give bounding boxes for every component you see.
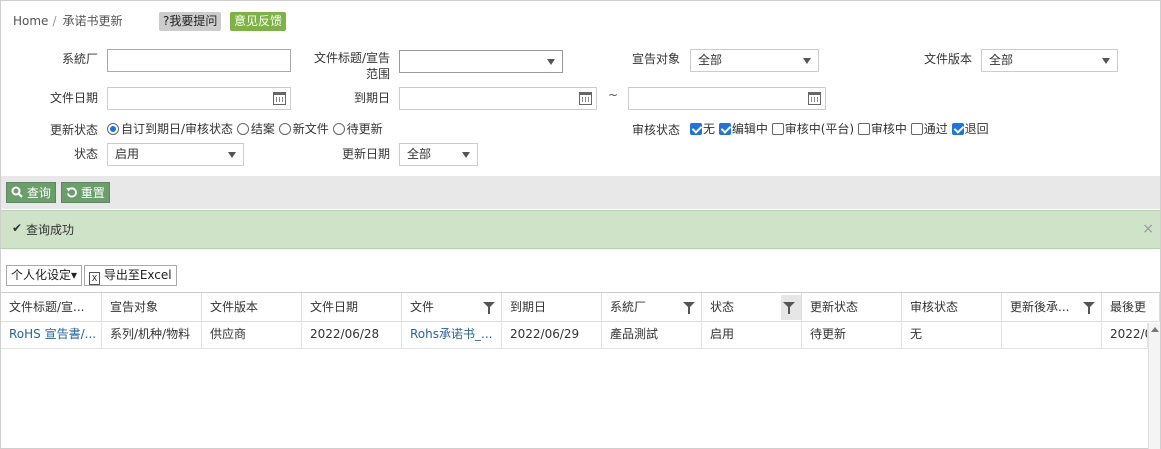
column-header-factory[interactable]: 系統厂 xyxy=(602,293,702,322)
radio-new-document[interactable]: 新文件 xyxy=(278,122,329,136)
review-checkbox-rejected[interactable]: 退回 xyxy=(951,122,989,136)
column-header-version[interactable]: 文件版本 xyxy=(202,293,302,322)
version-label: 文件版本 xyxy=(923,52,972,66)
target-label: 宣告对象 xyxy=(631,52,680,66)
breadcrumb-home[interactable]: Home xyxy=(13,14,48,28)
table-cell-factory: 產品測試 xyxy=(602,323,702,349)
filter-icon[interactable] xyxy=(783,302,795,314)
review-checkbox-reviewing-platform[interactable]: 审核中(平台) xyxy=(771,122,854,136)
expire-date-label: 到期日 xyxy=(353,91,390,105)
review-checkbox-editing[interactable]: 编辑中 xyxy=(718,122,768,136)
vertical-scrollbar[interactable] xyxy=(1148,323,1160,449)
status-label: 状态 xyxy=(73,147,98,161)
column-header-updated-commitment[interactable]: 更新後承... xyxy=(1002,293,1102,322)
chevron-down-icon xyxy=(547,59,555,65)
table-cell-doc-title[interactable]: RoHS 宣告書/... xyxy=(1,323,102,349)
date-range-separator: ~ xyxy=(608,88,619,102)
update-date-label: 更新日期 xyxy=(341,147,390,161)
status-select[interactable]: 启用 xyxy=(107,143,244,166)
data-grid: 文件标题/宣... 宣告对象 文件版本 文件日期 文件 到期日 系統厂 状态 更… xyxy=(1,292,1160,449)
column-header-target[interactable]: 宣告对象 xyxy=(102,293,202,322)
table-cell-last-update: 2022/0 xyxy=(1102,323,1148,349)
chevron-down-icon xyxy=(462,152,470,158)
column-header-expire[interactable]: 到期日 xyxy=(502,293,602,322)
radio-pending-update[interactable]: 待更新 xyxy=(332,122,383,136)
scroll-up-icon[interactable] xyxy=(1151,327,1159,332)
checkbox-icon xyxy=(718,123,731,135)
factory-label: 系統厂 xyxy=(61,52,98,66)
chevron-down-icon xyxy=(1102,58,1110,64)
query-button[interactable]: 查询 xyxy=(6,182,56,203)
column-header-status[interactable]: 状态 xyxy=(702,293,802,322)
expire-date-from-input[interactable] xyxy=(399,87,597,110)
export-excel-button[interactable]: X 导出至Excel xyxy=(84,265,177,286)
close-icon[interactable]: × xyxy=(1142,221,1154,237)
success-message-text: 查询成功 xyxy=(26,223,75,237)
table-cell-version: 供应商 xyxy=(202,323,302,349)
undo-icon xyxy=(66,187,77,198)
version-select[interactable]: 全部 xyxy=(981,49,1118,72)
excel-icon: X xyxy=(89,272,100,285)
table-cell-doc-date: 2022/06/28 xyxy=(302,323,402,349)
ask-question-button[interactable]: ?我要提问 xyxy=(159,12,222,31)
calendar-icon[interactable] xyxy=(808,92,821,105)
factory-input[interactable] xyxy=(107,49,291,72)
review-checkbox-approved[interactable]: 通过 xyxy=(910,122,948,136)
search-icon xyxy=(11,186,23,198)
table-cell-update-status: 待更新 xyxy=(802,323,902,349)
table-cell-target: 系列/机种/物料 xyxy=(102,323,202,349)
update-status-radio-group: 自订到期日/审核状态 结案 新文件 待更新 xyxy=(107,120,383,137)
filter-icon[interactable] xyxy=(1083,302,1095,314)
checkbox-icon xyxy=(910,123,923,135)
breadcrumb-current: 承诺书更新 xyxy=(62,14,123,28)
radio-icon xyxy=(332,123,345,135)
filter-icon[interactable] xyxy=(683,302,695,314)
checkbox-icon xyxy=(771,123,784,135)
column-header-doc-date[interactable]: 文件日期 xyxy=(302,293,402,322)
target-select[interactable]: 全部 xyxy=(690,49,819,72)
reset-button[interactable]: 重置 xyxy=(61,182,110,203)
table-cell-review-status: 无 xyxy=(902,323,1002,349)
column-header-update-status[interactable]: 更新状态 xyxy=(802,293,902,322)
personalize-dropdown[interactable]: 个人化设定▾ xyxy=(6,265,83,286)
doc-title-label: 文件标题/宣告 范围 xyxy=(313,51,390,81)
review-checkbox-none[interactable]: 无 xyxy=(690,122,715,136)
calendar-icon[interactable] xyxy=(579,92,592,105)
column-header-review-status[interactable]: 审核状态 xyxy=(902,293,1002,322)
checkbox-icon xyxy=(951,123,964,135)
table-cell-status: 启用 xyxy=(702,323,802,349)
button-bar xyxy=(1,176,1160,209)
checkbox-icon xyxy=(690,123,702,135)
review-checkbox-reviewing[interactable]: 审核中 xyxy=(857,122,907,136)
radio-custom-expire[interactable]: 自订到期日/审核状态 xyxy=(107,122,233,136)
calendar-icon[interactable] xyxy=(273,92,286,105)
column-header-last-update[interactable]: 最後更 xyxy=(1102,293,1160,322)
expire-date-to-input[interactable] xyxy=(628,87,826,110)
radio-icon xyxy=(236,123,249,135)
table-cell-expire: 2022/06/29 xyxy=(502,323,602,349)
column-header-file[interactable]: 文件 xyxy=(402,293,502,322)
doc-date-label: 文件日期 xyxy=(49,91,98,105)
feedback-button[interactable]: 意见反馈 xyxy=(230,12,287,31)
radio-closed[interactable]: 结案 xyxy=(236,122,275,136)
breadcrumb-separator: / xyxy=(52,14,57,28)
checkbox-icon xyxy=(857,123,870,135)
filter-icon[interactable] xyxy=(483,302,495,314)
chevron-down-icon xyxy=(803,58,811,64)
table-cell-updated-commitment xyxy=(1002,323,1102,349)
radio-icon xyxy=(278,123,291,135)
update-date-select[interactable]: 全部 xyxy=(399,143,478,166)
table-cell-file[interactable]: Rohs承诺书_... xyxy=(402,323,502,349)
doc-title-select[interactable] xyxy=(399,50,563,73)
column-header-doc-title[interactable]: 文件标题/宣... xyxy=(1,293,102,322)
review-status-label: 审核状态 xyxy=(631,123,680,137)
review-status-checkbox-group: 无 编辑中 审核中(平台) 审核中 通过 退回 xyxy=(690,120,989,137)
success-message: ✔ 查询成功 × xyxy=(1,210,1160,249)
breadcrumb: Home / 承诺书更新 xyxy=(13,12,123,29)
chevron-down-icon xyxy=(228,152,236,158)
doc-date-input[interactable] xyxy=(107,87,291,110)
update-status-label: 更新状态 xyxy=(49,123,98,137)
checkmark-icon: ✔ xyxy=(12,221,23,235)
radio-icon xyxy=(107,123,119,135)
